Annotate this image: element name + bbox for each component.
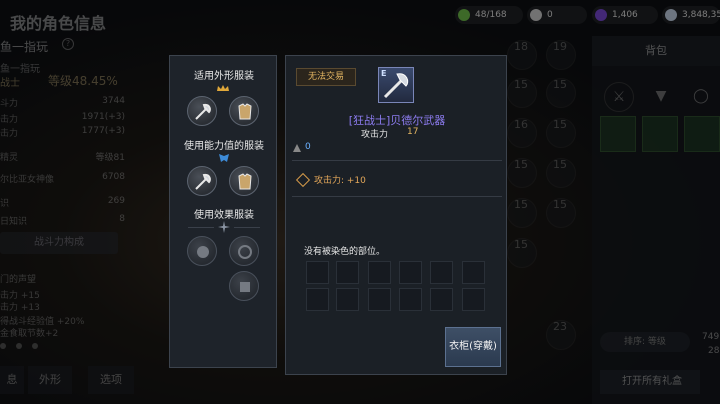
divider: [292, 160, 502, 161]
item-name: [狂战士]贝德尔武器: [348, 114, 446, 127]
crown-icon: [217, 85, 229, 91]
axe-icon: [195, 173, 211, 190]
wardrobe-wear-button[interactable]: 衣柜(穿戴): [445, 327, 501, 367]
dye-slot[interactable]: [430, 261, 453, 284]
dye-status-text: 没有被染色的部位。: [304, 247, 386, 257]
armor-icon: [238, 173, 252, 190]
dye-slot[interactable]: [336, 288, 359, 311]
item-grade-letter: E: [381, 69, 387, 78]
item-icon: E: [378, 67, 414, 103]
attack-label: 攻击力: [361, 130, 389, 140]
effect-glove-icon: [197, 246, 209, 258]
wardrobe-panel: 适用外形服装 使用能力值的服装 使用效果服装: [169, 55, 277, 368]
section-effect-costume: 使用效果服装: [194, 210, 254, 221]
effect-ring-icon: [238, 245, 252, 259]
weight-icon: [293, 144, 301, 152]
wardrobe-slot-effect-3[interactable]: [229, 271, 259, 301]
divider: [234, 227, 260, 228]
dye-slot[interactable]: [462, 288, 485, 311]
section-appearance-costume: 适用外形服装: [194, 71, 254, 82]
wardrobe-slot-effect-1[interactable]: [187, 236, 217, 266]
attack-value: 17: [407, 127, 419, 137]
dye-slot[interactable]: [399, 261, 422, 284]
dye-slot[interactable]: [462, 261, 485, 284]
dye-slot[interactable]: [306, 288, 329, 311]
wardrobe-slot-appearance-2[interactable]: [229, 96, 259, 126]
section-stat-costume: 使用能力值的服装: [184, 141, 264, 152]
axe-icon: [195, 103, 211, 120]
dye-slot[interactable]: [368, 261, 391, 284]
weight-value: 0: [305, 142, 311, 152]
dye-slot[interactable]: [399, 288, 422, 311]
dye-slot[interactable]: [336, 261, 359, 284]
bonus-stat: 攻击力: +10: [314, 176, 366, 186]
divider: [188, 227, 214, 228]
bonus-icon: [295, 172, 311, 188]
no-trade-badge: 无法交易: [296, 68, 356, 86]
wardrobe-slot-stat-2[interactable]: [229, 166, 259, 196]
dye-slot[interactable]: [430, 288, 453, 311]
shield-badge-icon: [219, 154, 229, 162]
dye-slot[interactable]: [368, 288, 391, 311]
sparkle-icon: [218, 221, 230, 233]
armor-icon: [238, 103, 252, 120]
dye-slot[interactable]: [306, 261, 329, 284]
effect-armor-icon: [240, 282, 250, 292]
wardrobe-slot-effect-2[interactable]: [229, 236, 259, 266]
divider: [292, 196, 502, 197]
wardrobe-slot-stat-1[interactable]: [187, 166, 217, 196]
wardrobe-slot-appearance-1[interactable]: [187, 96, 217, 126]
